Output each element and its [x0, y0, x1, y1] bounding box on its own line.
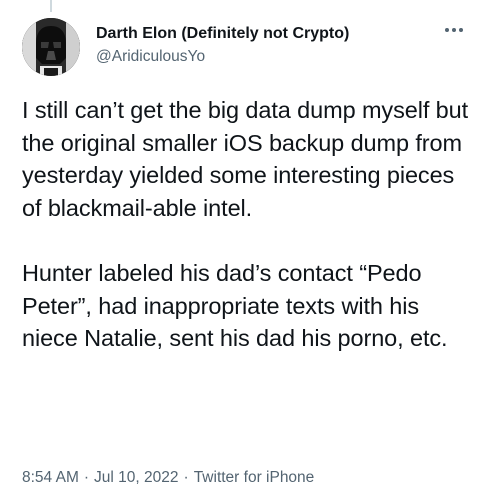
more-options-icon[interactable] [442, 20, 466, 40]
thread-connector-line [50, 0, 52, 12]
tweet-text: I still can’t get the big data dump myse… [22, 94, 474, 355]
author-names: Darth Elon (Definitely not Crypto) @Arid… [96, 24, 349, 68]
tweet-header: Darth Elon (Definitely not Crypto) @Arid… [22, 18, 468, 78]
tweet-time[interactable]: 8:54 AM [22, 469, 79, 486]
display-name[interactable]: Darth Elon (Definitely not Crypto) [96, 24, 349, 44]
tweet-metadata: 8:54 AM · Jul 10, 2022 · Twitter for iPhone [22, 468, 314, 488]
tweet-paragraph-1: I still can’t get the big data dump myse… [22, 97, 469, 221]
avatar[interactable] [22, 18, 80, 76]
tweet-paragraph-2: Hunter labeled his dad’s contact “Pedo P… [22, 260, 448, 351]
tweet-source[interactable]: Twitter for iPhone [194, 469, 315, 486]
user-handle[interactable]: @AridiculousYo [96, 46, 349, 68]
more-dot [445, 28, 449, 32]
meta-separator: · [83, 469, 90, 486]
darth-vader-avatar-icon [22, 18, 80, 76]
meta-separator: · [183, 469, 189, 486]
more-dot [452, 28, 456, 32]
tweet-date[interactable]: Jul 10, 2022 [94, 469, 178, 486]
more-dot [459, 28, 463, 32]
